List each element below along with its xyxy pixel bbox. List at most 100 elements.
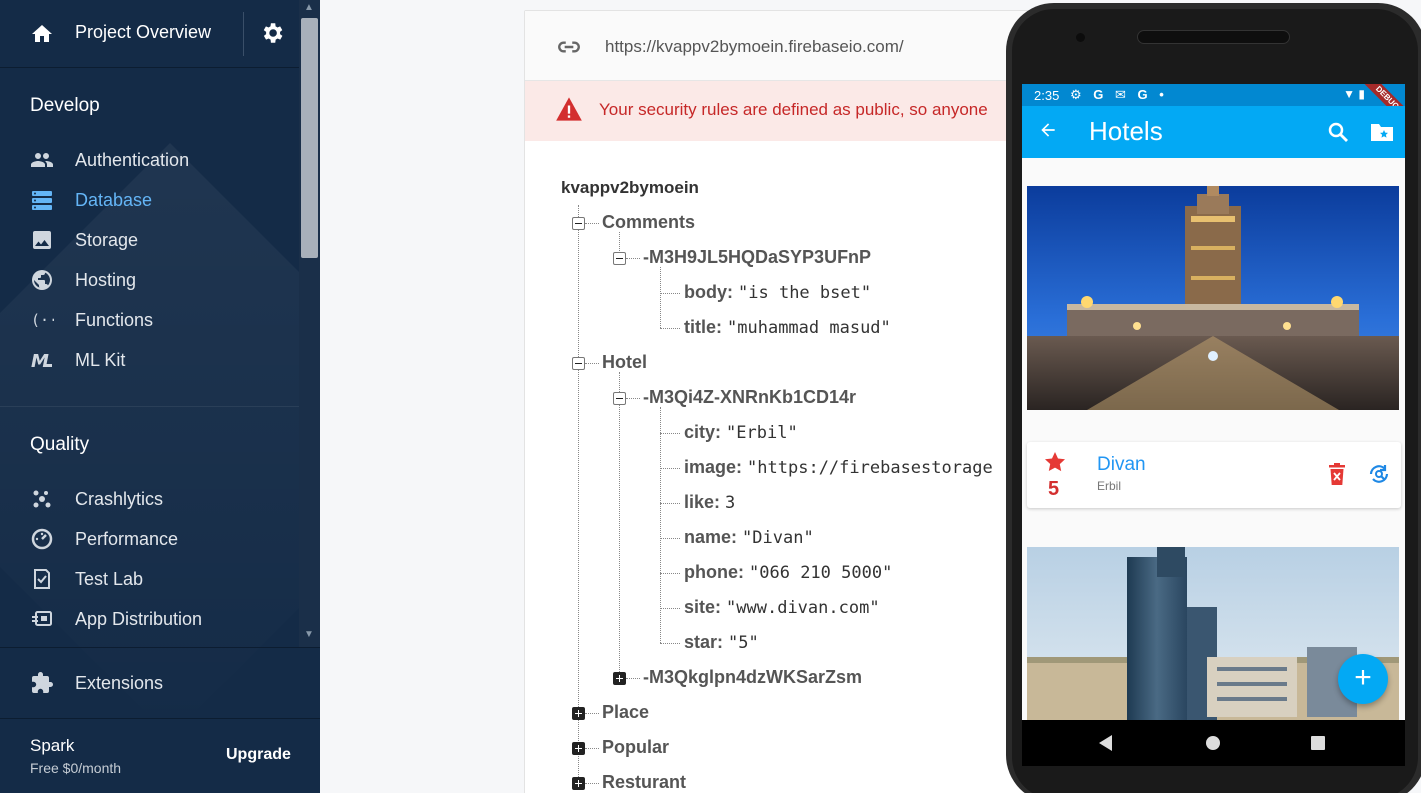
add-fab-button[interactable]: + <box>1338 654 1388 704</box>
app-title: Hotels <box>1089 116 1163 146</box>
database-url[interactable]: https://kvappv2bymoein.firebaseio.com/ <box>605 37 904 57</box>
section-heading-develop: Develop <box>30 95 100 116</box>
collapse-toggle[interactable] <box>572 357 585 370</box>
divider <box>243 12 244 56</box>
hotel-image-divan[interactable] <box>1027 186 1399 410</box>
tree-leaf-site[interactable]: site: "www.divan.com" <box>684 597 880 618</box>
people-icon <box>31 153 53 167</box>
section-heading-quality: Quality <box>30 434 90 455</box>
tree-node-resturant[interactable]: Resturant <box>602 772 686 793</box>
folder-star-icon[interactable] <box>1369 120 1395 144</box>
sidebar-item-label: Test Lab <box>75 569 144 589</box>
node-key: name: <box>684 527 738 547</box>
hotel-card-divan[interactable]: 5 Divan Erbil <box>1027 442 1401 508</box>
node-key: Hotel <box>602 352 647 372</box>
divider <box>0 647 320 648</box>
sidebar-item-label: Database <box>75 190 153 210</box>
home-icon[interactable] <box>30 22 54 46</box>
tree-node-place[interactable]: Place <box>602 702 649 723</box>
collapse-toggle[interactable] <box>613 392 626 405</box>
search-icon[interactable] <box>1326 120 1350 144</box>
tree-leaf-body[interactable]: body: "is the bset" <box>684 282 871 303</box>
sidebar-item-storage[interactable]: Storage <box>0 220 299 260</box>
sidebar-item-database[interactable]: Database <box>0 180 299 220</box>
tree-leaf-city[interactable]: city: "Erbil" <box>684 422 798 443</box>
tree-line <box>585 783 599 784</box>
nav-back-icon[interactable] <box>1098 734 1114 752</box>
expand-toggle[interactable] <box>613 672 626 685</box>
node-value: "Erbil" <box>726 423 798 443</box>
gear-icon[interactable] <box>259 20 285 46</box>
crashlytics-icon <box>33 490 51 508</box>
tree-leaf-phone[interactable]: phone: "066 210 5000" <box>684 562 892 583</box>
nav-home-icon[interactable] <box>1206 736 1220 750</box>
link-icon[interactable] <box>556 34 582 60</box>
sidebar-item-extensions[interactable]: Extensions <box>0 663 299 703</box>
globe-icon <box>32 270 52 290</box>
tree-leaf-name[interactable]: name: "Divan" <box>684 527 814 548</box>
nav-recents-icon[interactable] <box>1311 736 1325 750</box>
node-key: body: <box>684 282 733 302</box>
tree-line <box>626 678 640 679</box>
sidebar-item-label: Functions <box>75 310 154 330</box>
status-time: 2:35 <box>1034 88 1060 103</box>
sidebar-item-hosting[interactable]: Hosting <box>0 260 299 300</box>
sidebar-item-test-lab[interactable]: Test Lab <box>0 559 299 599</box>
hotel-name: Divan <box>1097 454 1146 475</box>
tree-line <box>585 223 599 224</box>
node-key: city: <box>684 422 722 442</box>
delete-icon[interactable] <box>1327 462 1347 486</box>
tree-leaf-image[interactable]: image: "https://firebasestorage <box>684 457 993 478</box>
node-key: like: <box>684 492 721 512</box>
sidebar-item-ml-kit[interactable]: M ML Kit <box>0 340 299 380</box>
upgrade-button[interactable]: Upgrade <box>226 746 291 764</box>
tree-node-hotel-id[interactable]: -M3Qi4Z-XNRnKb1CD14r <box>643 387 856 408</box>
app-bar: Hotels <box>1022 106 1405 158</box>
tree-line <box>585 748 599 749</box>
sidebar-item-crashlytics[interactable]: Crashlytics <box>0 479 299 519</box>
tree-node-hotel[interactable]: Hotel <box>602 352 647 373</box>
node-value: "is the bset" <box>738 283 872 303</box>
sidebar-item-label: Extensions <box>75 673 164 693</box>
node-key: -M3Qkglpn4dzWKSarZsm <box>643 667 863 687</box>
node-key: star: <box>684 632 724 652</box>
tree-root[interactable]: kvappv2bymoein <box>561 178 699 198</box>
sidebar-item-authentication[interactable]: Authentication <box>0 140 299 180</box>
hotel-image-2[interactable] <box>1027 547 1399 737</box>
scrollbar-thumb[interactable] <box>301 18 318 258</box>
wifi-battery-icon: ▼ ▮ <box>1343 87 1365 101</box>
expand-toggle[interactable] <box>572 742 585 755</box>
expand-toggle[interactable] <box>572 707 585 720</box>
scroll-up-icon[interactable]: ▲ <box>304 2 314 13</box>
project-overview-link[interactable]: Project Overview <box>75 22 211 43</box>
tree-leaf-title[interactable]: title: "muhammad masud" <box>684 317 891 338</box>
speedometer-icon <box>31 528 53 550</box>
sidebar-item-functions[interactable]: (··) Functions <box>0 300 299 340</box>
node-key: Popular <box>602 737 670 757</box>
sidebar-header: Project Overview <box>0 0 299 68</box>
tree-line <box>660 468 680 469</box>
tree-leaf-like[interactable]: like: 3 <box>684 492 735 513</box>
speaker-grille <box>1137 30 1290 44</box>
collapse-toggle[interactable] <box>613 252 626 265</box>
sidebar: Project Overview ▲ ▼ Develop Authenticat… <box>0 0 320 793</box>
sidebar-item-performance[interactable]: Performance <box>0 519 299 559</box>
tree-line <box>660 433 680 434</box>
tree-leaf-star[interactable]: star: "5" <box>684 632 759 653</box>
tree-line <box>660 643 680 644</box>
expand-toggle[interactable] <box>572 777 585 790</box>
divider <box>0 406 299 407</box>
node-value: "muhammad masud" <box>727 318 891 338</box>
tree-line <box>585 363 599 364</box>
scroll-down-icon[interactable]: ▼ <box>304 629 314 640</box>
refresh-search-icon[interactable] <box>1367 462 1391 486</box>
tree-node-comment-id[interactable]: -M3H9JL5HQDaSYP3UFnP <box>643 247 871 268</box>
tree-node-comments[interactable]: Comments <box>602 212 695 233</box>
tree-node-popular[interactable]: Popular <box>602 737 669 758</box>
sidebar-item-app-distribution[interactable]: App Distribution <box>0 599 299 639</box>
back-arrow-icon[interactable] <box>1038 120 1058 140</box>
plan-name: Spark <box>30 736 75 755</box>
collapse-toggle[interactable] <box>572 217 585 230</box>
tree-line <box>585 713 599 714</box>
tree-node-hotel-id-2[interactable]: -M3Qkglpn4dzWKSarZsm <box>643 667 862 688</box>
